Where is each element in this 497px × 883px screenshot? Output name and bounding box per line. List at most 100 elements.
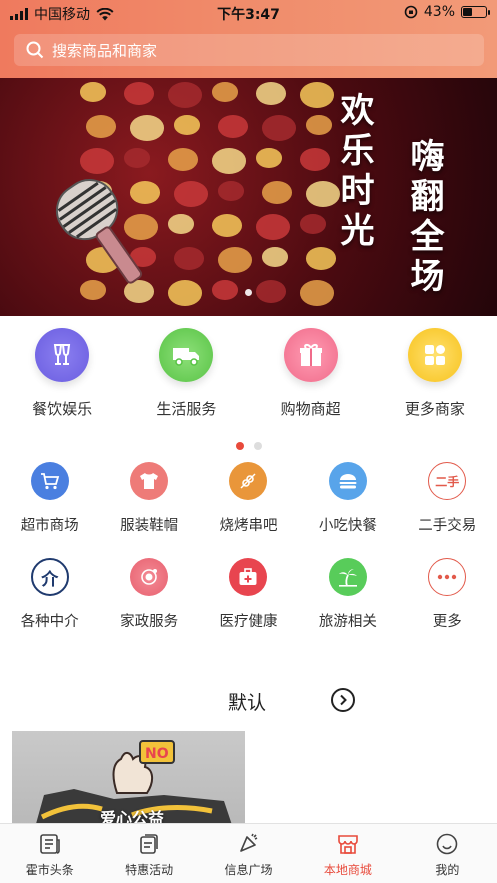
- banner-light: [300, 82, 334, 108]
- banner-light: [218, 247, 252, 273]
- category-life-service[interactable]: 生活服务: [124, 322, 248, 422]
- banner-light: [212, 214, 242, 237]
- smile-face-icon: [437, 833, 458, 855]
- subcat-label: 旅游相关: [318, 614, 377, 630]
- subcat-label: 超市商场: [20, 518, 79, 534]
- bottom-tab-bar: 霍市头条 特惠活动 信息广场 本地商城 我的: [0, 823, 497, 883]
- category-pagination: [0, 435, 497, 454]
- subcat-label: 小吃快餐: [318, 518, 377, 534]
- subcat-agency[interactable]: 介 各种中介: [0, 554, 99, 650]
- sort-label[interactable]: 默认: [228, 688, 266, 715]
- sort-bar: 默认: [0, 686, 497, 716]
- product-card[interactable]: NO 爱心公益: [12, 731, 245, 831]
- banner-light: [168, 214, 194, 234]
- banner-pagination: [0, 281, 497, 300]
- banner-light: [174, 247, 204, 270]
- tab-label: 信息广场: [224, 863, 273, 877]
- tab-label: 本地商城: [323, 863, 372, 877]
- category-label: 餐饮娱乐: [32, 400, 93, 418]
- subcat-supermarket[interactable]: 超市商场: [0, 458, 99, 554]
- agency-icon: 介: [30, 558, 69, 596]
- subcat-housekeeping[interactable]: 家政服务: [99, 554, 198, 650]
- sort-next-button[interactable]: [331, 688, 355, 712]
- sub-category-grid: 超市商场 服装鞋帽 烧烤串吧 小吃快餐 二手 二手交易 介 各种中介 家政服务 …: [0, 458, 497, 650]
- banner-light: [300, 214, 326, 234]
- subcat-label: 烧烤串吧: [219, 518, 278, 534]
- subcat-label: 二手交易: [418, 518, 477, 534]
- housekeeping-icon: [130, 558, 169, 596]
- search-placeholder: 搜索商品和商家: [52, 41, 158, 60]
- burger-icon: [328, 462, 367, 500]
- main-categories: 餐饮娱乐 生活服务 购物商超 更多商家: [0, 322, 497, 422]
- banner-light: [124, 82, 154, 105]
- cart-icon: [30, 462, 69, 500]
- banner-light: [300, 148, 330, 171]
- more-dots-icon: [428, 558, 467, 596]
- banner-light: [174, 181, 208, 207]
- category-more-merchants[interactable]: 更多商家: [373, 322, 497, 422]
- medical-kit-icon: [229, 558, 268, 596]
- banner-light: [212, 148, 246, 174]
- banner-light: [262, 247, 288, 267]
- agency-icon-text: 介: [41, 569, 59, 590]
- banner-light: [168, 148, 198, 171]
- skewer-icon: [229, 462, 268, 500]
- wine-glass-icon: [35, 328, 90, 382]
- battery-percent: 43%: [423, 4, 455, 20]
- subcat-label: 家政服务: [120, 614, 179, 630]
- banner-light: [256, 148, 282, 168]
- banner-light: [256, 214, 290, 240]
- tab-deals[interactable]: 特惠活动: [99, 824, 198, 883]
- promo-banner[interactable]: 嗨翻全场 欢乐时光: [0, 78, 497, 316]
- banner-light: [124, 148, 150, 168]
- category-shopping[interactable]: 购物商超: [249, 322, 373, 422]
- subcat-label: 服装鞋帽: [120, 518, 179, 534]
- palm-tree-icon: [328, 558, 367, 596]
- subcat-label: 医疗健康: [219, 614, 278, 630]
- banner-line-1: 欢乐时光: [334, 92, 374, 252]
- grid-icon: [407, 328, 462, 382]
- chevron-right-icon: [340, 694, 347, 706]
- banner-light: [86, 115, 116, 138]
- subcat-medical[interactable]: 医疗健康: [199, 554, 298, 650]
- category-label: 更多商家: [404, 400, 465, 418]
- search-input[interactable]: 搜索商品和商家: [14, 34, 484, 66]
- banner-light: [262, 115, 296, 141]
- banner-light: [130, 115, 164, 141]
- subcat-clothing[interactable]: 服装鞋帽: [99, 458, 198, 554]
- banner-light: [262, 181, 292, 204]
- banner-line-2: 嗨翻全场: [404, 138, 444, 298]
- secondhand-icon: 二手: [428, 462, 467, 500]
- store-icon: [338, 835, 358, 854]
- banner-light: [256, 82, 286, 105]
- news-icon: [39, 834, 60, 854]
- subcat-snacks[interactable]: 小吃快餐: [298, 458, 397, 554]
- tab-local-mall[interactable]: 本地商城: [298, 824, 397, 883]
- banner-light: [212, 82, 238, 102]
- category-dining[interactable]: 餐饮娱乐: [0, 322, 124, 422]
- orientation-lock-icon: [404, 5, 418, 19]
- battery-icon: [461, 6, 490, 18]
- subcat-secondhand[interactable]: 二手 二手交易: [398, 458, 497, 554]
- subcat-bbq[interactable]: 烧烤串吧: [199, 458, 298, 554]
- tab-label: 我的: [435, 863, 460, 877]
- subcat-label: 更多: [432, 614, 462, 630]
- banner-light: [218, 115, 248, 138]
- category-label: 购物商超: [280, 400, 341, 418]
- gift-icon: [283, 328, 338, 382]
- banner-light: [80, 82, 106, 102]
- secondhand-icon-text: 二手: [435, 474, 460, 489]
- tab-label: 特惠活动: [125, 863, 174, 877]
- tab-news[interactable]: 霍市头条: [0, 824, 99, 883]
- subcat-more[interactable]: 更多: [398, 554, 497, 650]
- subcat-label: 各种中介: [20, 614, 79, 630]
- subcat-travel[interactable]: 旅游相关: [298, 554, 397, 650]
- microphone-icon: [55, 179, 143, 284]
- svg-text:NO: NO: [145, 746, 169, 762]
- coupon-icon: [140, 834, 158, 854]
- banner-light: [306, 115, 332, 135]
- banner-light: [168, 82, 202, 108]
- tab-mine[interactable]: 我的: [398, 824, 497, 883]
- tab-info-square[interactable]: 信息广场: [199, 824, 298, 883]
- category-label: 生活服务: [156, 400, 217, 418]
